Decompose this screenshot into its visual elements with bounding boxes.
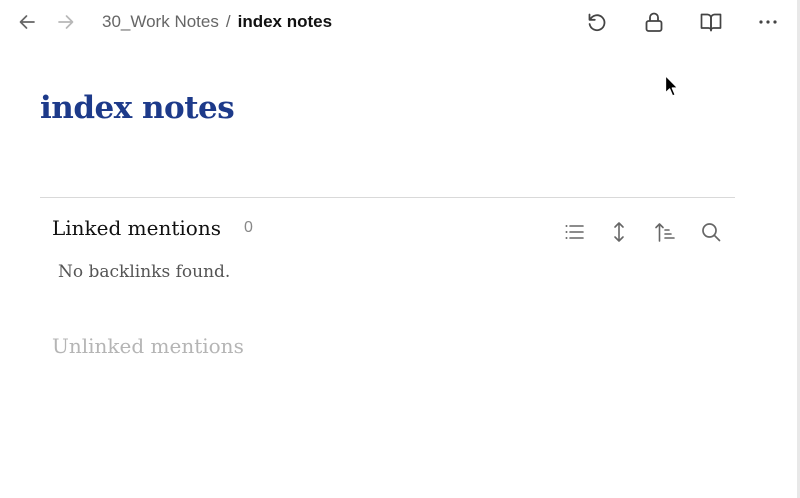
sort-order-button[interactable] — [653, 220, 677, 244]
reading-view-button[interactable] — [698, 9, 724, 35]
sort-ascending-icon — [655, 223, 675, 242]
breadcrumb: 30_Work Notes / index notes — [102, 11, 332, 33]
back-button[interactable] — [15, 10, 39, 34]
lock-button[interactable] — [641, 9, 667, 35]
collapse-results-button[interactable] — [562, 220, 586, 244]
search-icon — [702, 223, 721, 242]
unlinked-mentions-heading[interactable]: Unlinked mentions — [52, 332, 244, 360]
arrow-right-icon — [58, 15, 74, 29]
breadcrumb-separator: / — [225, 12, 231, 31]
view-header: 30_Work Notes / index notes — [0, 0, 797, 44]
linked-mentions-count: 0 — [244, 219, 253, 236]
no-backlinks-message: No backlinks found. — [58, 262, 231, 282]
more-options-button[interactable] — [755, 9, 781, 35]
book-open-icon — [700, 13, 722, 32]
list-collapse-icon — [565, 225, 584, 239]
more-horizontal-icon — [759, 20, 777, 24]
revert-icon — [588, 13, 606, 32]
note-title[interactable]: index notes — [40, 86, 235, 130]
backlinks-divider — [40, 197, 735, 198]
arrow-left-icon — [19, 15, 35, 29]
forward-button[interactable] — [54, 10, 78, 34]
breadcrumb-note-title[interactable]: index notes — [238, 12, 332, 31]
revert-button[interactable] — [584, 9, 610, 35]
mouse-cursor-icon — [664, 74, 679, 97]
search-backlinks-button[interactable] — [699, 220, 723, 244]
breadcrumb-folder[interactable]: 30_Work Notes — [102, 12, 219, 31]
show-more-context-button[interactable] — [607, 220, 631, 244]
linked-mentions-heading[interactable]: Linked mentions — [52, 214, 221, 242]
lock-icon — [645, 12, 663, 32]
expand-vertical-icon — [614, 222, 624, 242]
